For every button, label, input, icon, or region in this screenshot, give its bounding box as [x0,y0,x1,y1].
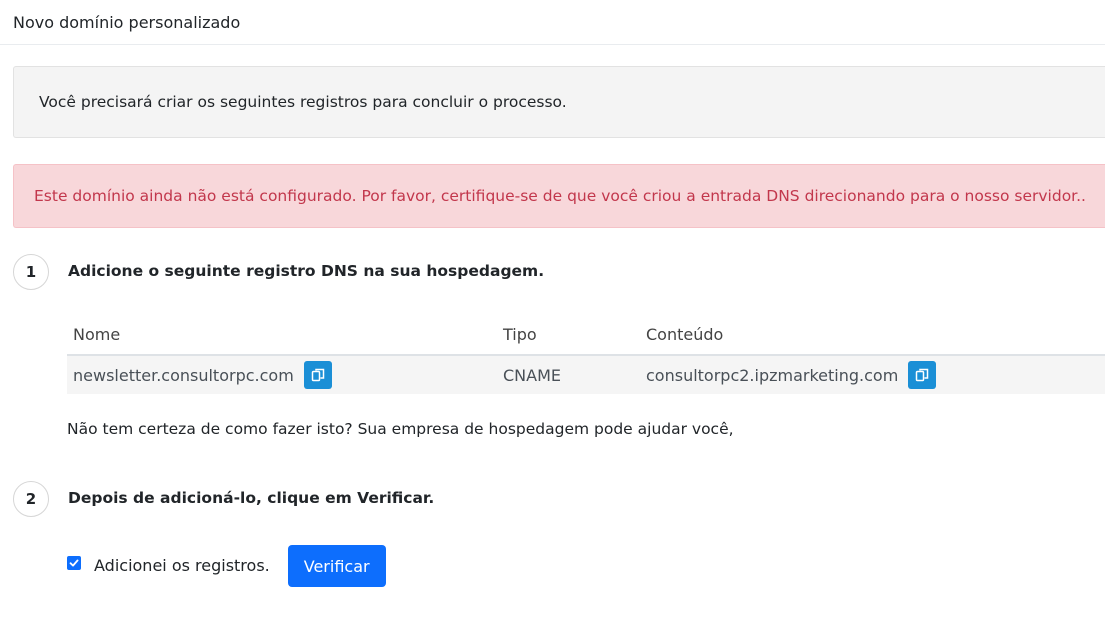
column-header-nome: Nome [73,325,121,344]
dns-type-cell: CNAME [503,365,561,385]
alert-message: Este domínio ainda não está configurado.… [34,187,1086,205]
dns-records-table: Nome Tipo Conteúdo newsletter.consultorp… [67,315,1105,394]
dns-content-value: consultorpc2.ipzmarketing.com [646,365,899,385]
page-header: Novo domínio personalizado [0,0,1105,45]
table-row: newsletter.consultorpc.com CNAME consult… [67,356,1105,394]
records-added-checkbox[interactable] [67,556,81,570]
info-message: Você precisará criar os seguintes regist… [39,93,567,111]
step-2-number: 2 [13,481,49,517]
column-header-conteudo: Conteúdo [646,325,724,344]
column-header-tipo: Tipo [503,325,537,344]
copy-name-button[interactable] [303,361,332,389]
dns-content-cell: consultorpc2.ipzmarketing.com [646,361,937,389]
step-1-number: 1 [13,254,49,290]
step-2-title: Depois de adicioná-lo, clique em Verific… [68,489,435,507]
dns-name-cell: newsletter.consultorpc.com [73,361,332,389]
copy-icon [311,368,325,382]
records-added-label[interactable]: Adicionei os registros. [94,556,270,575]
help-text: Não tem certeza de como fazer isto? Sua … [67,420,734,438]
domain-not-configured-alert: Este domínio ainda não está configurado.… [13,164,1105,228]
confirm-row: Adicionei os registros. Verificar [67,545,386,587]
copy-icon [916,368,929,382]
step-1-title: Adicione o seguinte registro DNS na sua … [68,262,545,280]
checkmark-icon [69,559,79,567]
verify-button[interactable]: Verificar [287,545,386,587]
dns-name-value: newsletter.consultorpc.com [73,365,294,385]
info-box: Você precisará criar os seguintes regist… [13,66,1105,138]
page-title: Novo domínio personalizado [13,12,241,32]
table-header: Nome Tipo Conteúdo [67,315,1105,356]
copy-content-button[interactable] [908,361,937,389]
